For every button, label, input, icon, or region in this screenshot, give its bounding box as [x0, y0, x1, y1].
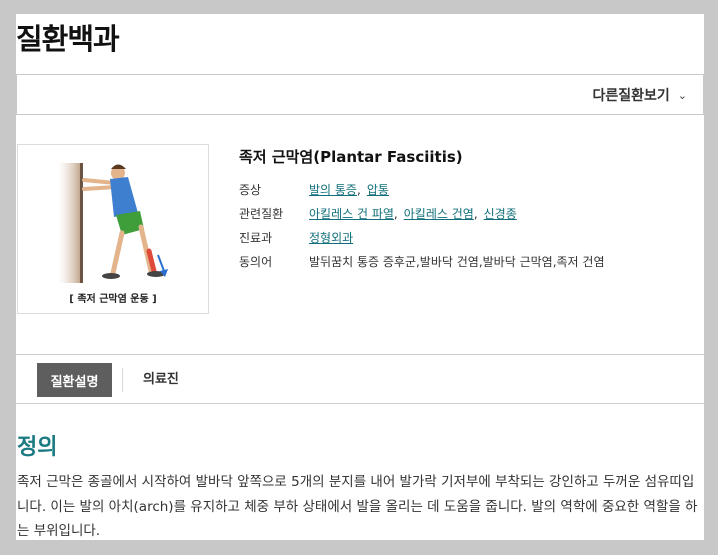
related-disease-link[interactable]: 신경종 [484, 207, 517, 221]
info-row-synonyms: 동의어 발뒤꿈치 통증 증후군,발바닥 건염,발바닥 근막염,족저 건염 [239, 250, 604, 274]
section-body: 족저 근막은 종골에서 시작하여 발바닥 앞쪽으로 5개의 분지를 내어 발가락… [17, 474, 698, 539]
section-title: 정의 [17, 435, 58, 460]
other-disease-toggle[interactable]: 다른질환보기 ⌄ [593, 85, 688, 105]
separator: , [356, 183, 361, 197]
page-container: 질환백과 다른질환보기 ⌄ [족저 근막염 운동] 족저 근막염(Plant… [16, 14, 704, 540]
synonyms-label: 동의어 [239, 255, 273, 269]
other-disease-bar: 다른질환보기 ⌄ [16, 74, 704, 115]
other-disease-label: 다른질환보기 [592, 88, 670, 104]
tab-medical-staff[interactable]: 의료진 [143, 363, 179, 397]
info-row-related: 관련질환 아킬레스 건 파열, 아킬레스 건염, 신경종 [239, 202, 604, 226]
stretching-figure-image [58, 163, 168, 283]
symptoms-label: 증상 [239, 183, 262, 197]
department-label: 진료과 [239, 231, 273, 245]
symptoms-value: 발의 통증, 압통 [309, 178, 389, 202]
symptom-link[interactable]: 발의 통증 [309, 183, 357, 197]
info-row-symptoms: 증상 발의 통증, 압통 [239, 178, 604, 202]
divider [16, 354, 704, 355]
department-value: 정형외과 [309, 226, 353, 250]
synonyms-value: 발뒤꿈치 통증 증후군,발바닥 건염,발바닥 근막염,족저 건염 [309, 255, 605, 269]
related-disease-link[interactable]: 아킬레스 건 파열 [309, 207, 394, 221]
disease-illustration: [ 족저 근막염 운동 ] [17, 144, 209, 314]
illustration-caption: [ 족저 근막염 운동 ] [69, 294, 157, 305]
related-label: 관련질환 [239, 207, 284, 221]
tab-divider [122, 368, 123, 392]
disease-info-table: 증상 발의 통증, 압통 관련질환 아킬레스 건 파열, 아킬레스 건염, 신경종 진… [239, 178, 604, 274]
related-disease-link[interactable]: 아킬레스 건염 [404, 207, 474, 221]
page-title: 질환백과 [16, 22, 120, 56]
tab-disease-description[interactable]: 질환설명 [37, 363, 112, 397]
separator: , [393, 207, 398, 221]
info-row-department: 진료과 정형외과 [239, 226, 604, 250]
symptom-link[interactable]: 압통 [367, 183, 389, 197]
separator: , [473, 207, 478, 221]
department-link[interactable]: 정형외과 [309, 231, 353, 245]
related-value: 아킬레스 건 파열, 아킬레스 건염, 신경종 [309, 202, 517, 226]
chevron-down-icon: ⌄ [677, 88, 687, 102]
disease-name: 족저 근막염(Plantar Fasciitis) [239, 148, 463, 166]
divider [16, 403, 704, 404]
